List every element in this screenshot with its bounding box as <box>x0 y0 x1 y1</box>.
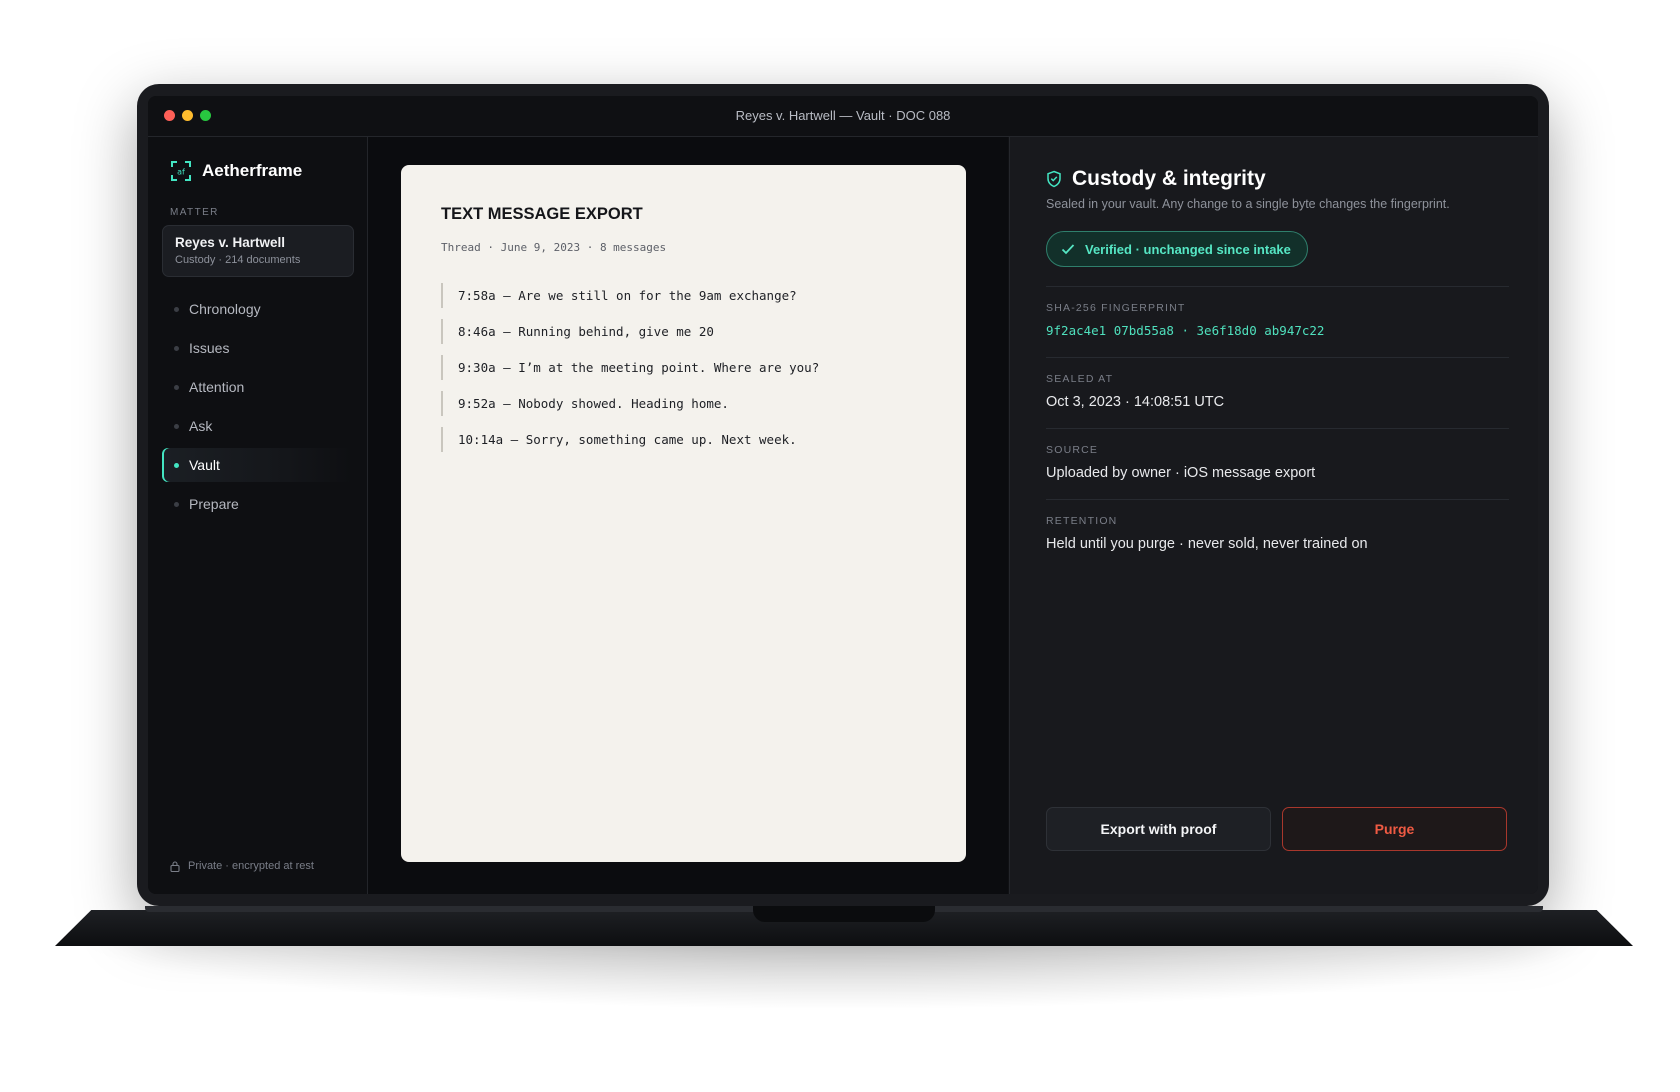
sidebar-item-label: Attention <box>189 379 245 395</box>
message-line: 9:30a — I’m at the meeting point. Where … <box>441 355 941 380</box>
bullet-icon <box>174 423 179 429</box>
sidebar-item-ask[interactable]: Ask <box>162 409 352 443</box>
sealed-at-row: SEALED AT Oct 3, 2023 · 14:08:51 UTC <box>1046 357 1509 410</box>
sidebar-item-label: Prepare <box>189 496 239 512</box>
shield-check-icon <box>1047 170 1061 188</box>
message-list: 7:58a — Are we still on for the 9am exch… <box>441 283 941 463</box>
bullet-icon <box>174 306 179 312</box>
matter-name: Reyes v. Hartwell <box>175 235 286 250</box>
document-viewer: TEXT MESSAGE EXPORT Thread · June 9, 202… <box>368 137 1008 894</box>
retention-row: RETENTION Held until you purge · never s… <box>1046 499 1509 552</box>
sidebar-item-attention[interactable]: Attention <box>162 370 352 404</box>
custody-panel: Custody & integrity Sealed in your vault… <box>1009 137 1538 894</box>
bullet-icon <box>174 501 179 507</box>
retention-label: RETENTION <box>1046 515 1118 527</box>
panel-title: Custody & integrity <box>1072 167 1266 190</box>
verified-status-text: Verified · unchanged since intake <box>1085 241 1291 257</box>
document-page: TEXT MESSAGE EXPORT Thread · June 9, 202… <box>401 165 966 862</box>
sidebar-item-chronology[interactable]: Chronology <box>162 292 352 326</box>
frame-logo-icon: af <box>171 161 191 181</box>
message-line: 10:14a — Sorry, something came up. Next … <box>441 427 941 452</box>
export-with-proof-button[interactable]: Export with proof <box>1046 807 1271 851</box>
brand[interactable]: af Aetherframe <box>170 159 302 183</box>
sidebar-item-label: Ask <box>189 418 213 434</box>
fingerprint-row: SHA-256 FINGERPRINT 9f2ac4e1 07bd55a8 · … <box>1046 286 1509 338</box>
document-title: TEXT MESSAGE EXPORT <box>441 205 643 223</box>
laptop-notch <box>753 906 935 922</box>
privacy-note: Private · encrypted at rest <box>170 860 314 872</box>
retention-value: Held until you purge · never sold, never… <box>1046 536 1368 552</box>
brand-name: Aetherframe <box>202 161 303 180</box>
sidebar: af Aetherframe MATTER Reyes v. Hartwell … <box>148 137 368 894</box>
purge-button[interactable]: Purge <box>1282 807 1507 851</box>
verified-status-badge: Verified · unchanged since intake <box>1046 231 1308 267</box>
bullet-icon <box>174 462 179 468</box>
sidebar-item-label: Vault <box>189 457 220 473</box>
sidebar-item-issues[interactable]: Issues <box>162 331 352 365</box>
matter-section-label: MATTER <box>170 207 219 218</box>
sidebar-item-prepare[interactable]: Prepare <box>162 487 352 521</box>
source-value: Uploaded by owner · iOS message export <box>1046 465 1316 481</box>
matter-selector[interactable]: Reyes v. Hartwell Custody · 214 document… <box>162 225 354 277</box>
sealed-at-value: Oct 3, 2023 · 14:08:51 UTC <box>1046 394 1225 410</box>
message-line: 9:52a — Nobody showed. Heading home. <box>441 391 941 416</box>
lock-icon <box>170 860 180 872</box>
panel-header: Custody & integrity <box>1046 167 1266 191</box>
sidebar-nav: Chronology Issues Attention Ask Vault Pr… <box>162 292 352 526</box>
document-meta: Thread · June 9, 2023 · 8 messages <box>441 241 667 254</box>
panel-subtitle: Sealed in your vault. Any change to a si… <box>1046 197 1450 211</box>
svg-text:af: af <box>177 168 185 177</box>
sidebar-item-label: Chronology <box>189 301 261 317</box>
matter-subtitle: Custody · 214 documents <box>175 254 301 266</box>
app-window: Reyes v. Hartwell — Vault · DOC 088 af A… <box>148 96 1538 894</box>
sidebar-item-vault[interactable]: Vault <box>162 448 352 482</box>
window-title: Reyes v. Hartwell — Vault · DOC 088 <box>735 108 951 123</box>
message-line: 7:58a — Are we still on for the 9am exch… <box>441 283 941 308</box>
bullet-icon <box>174 345 179 351</box>
sidebar-item-label: Issues <box>189 340 230 356</box>
source-label: SOURCE <box>1046 444 1099 456</box>
fingerprint-label: SHA-256 FINGERPRINT <box>1046 302 1186 314</box>
sealed-at-label: SEALED AT <box>1046 373 1114 385</box>
source-row: SOURCE Uploaded by owner · iOS message e… <box>1046 428 1509 481</box>
privacy-note-text: Private · encrypted at rest <box>188 860 314 872</box>
fingerprint-value: 9f2ac4e1 07bd55a8 · 3e6f18d0 ab947c22 <box>1046 323 1325 338</box>
message-line: 8:46a — Running behind, give me 20 <box>441 319 941 344</box>
bullet-icon <box>174 384 179 390</box>
title-bar: Reyes v. Hartwell — Vault · DOC 088 <box>148 96 1538 137</box>
check-icon <box>1061 244 1075 255</box>
